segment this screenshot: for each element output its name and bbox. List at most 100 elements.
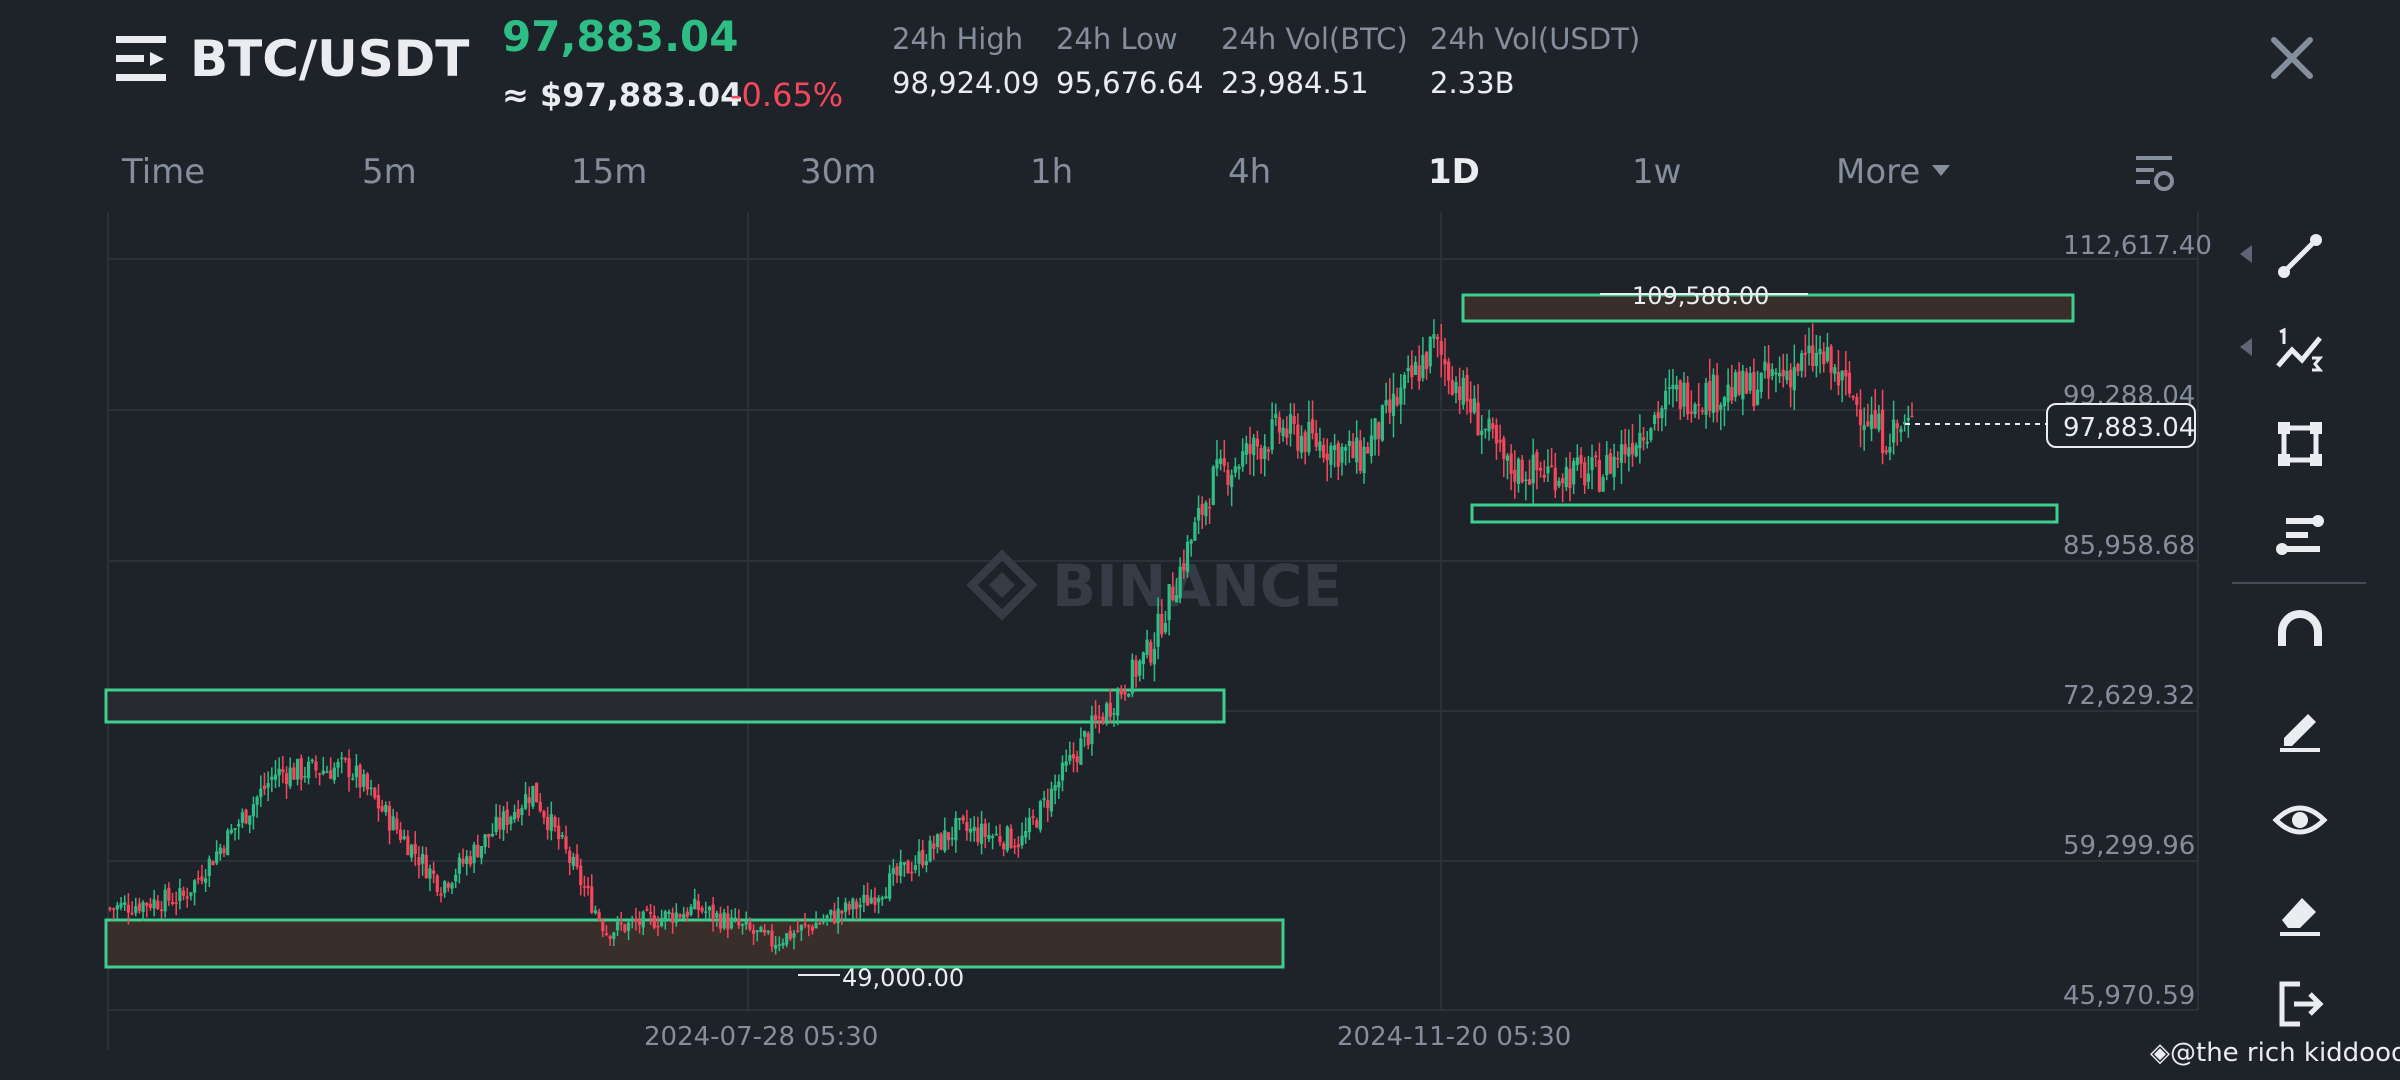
candle-body <box>1152 648 1157 665</box>
candle-body <box>1079 738 1083 765</box>
rectangle-icon[interactable] <box>2272 416 2328 472</box>
candle-body <box>1612 456 1616 478</box>
candle-body <box>1068 755 1072 761</box>
candle-body <box>424 854 428 878</box>
candle-body <box>119 903 123 908</box>
candles <box>108 319 1914 955</box>
candle-body <box>1355 437 1359 463</box>
candle-body <box>553 817 557 828</box>
candle-body <box>1910 415 1914 418</box>
candle-body <box>1884 450 1888 453</box>
candle-body <box>1616 458 1620 460</box>
candle-body <box>523 794 528 809</box>
candle-body <box>1226 469 1230 485</box>
candle-body <box>351 778 355 780</box>
candle-body <box>671 912 675 923</box>
multi-line-icon[interactable] <box>2272 322 2328 378</box>
candle-body <box>1869 414 1874 430</box>
candle-body <box>1358 440 1362 471</box>
exit-icon[interactable] <box>2272 976 2328 1032</box>
candle-body <box>1730 386 1734 401</box>
candle-body <box>373 788 377 798</box>
candle-body <box>1362 446 1366 474</box>
candle-body <box>1307 421 1311 453</box>
candle-body <box>1314 433 1318 447</box>
candle-body <box>244 809 248 824</box>
candle-body <box>1759 372 1763 392</box>
candle-body <box>888 873 892 899</box>
candle-body <box>1292 416 1296 425</box>
candle-body <box>1207 507 1212 509</box>
candle-body <box>207 858 211 877</box>
candle-body <box>1906 417 1910 421</box>
candle-body <box>369 787 373 789</box>
candle-body <box>637 919 642 925</box>
caret-left-icon[interactable] <box>2240 245 2252 263</box>
candle-body <box>413 843 417 855</box>
candle-body <box>1189 540 1193 544</box>
candle-body <box>178 888 182 902</box>
caret-left-icon[interactable] <box>2240 338 2252 356</box>
candle-body <box>660 917 664 927</box>
candle-body <box>785 933 789 945</box>
fibonacci-icon[interactable] <box>2272 508 2328 564</box>
candle-body <box>751 929 756 934</box>
candle-body <box>1502 438 1506 459</box>
candle-body <box>1450 380 1454 395</box>
candle-body <box>939 833 943 850</box>
candle-body <box>1347 440 1351 447</box>
candle-body <box>821 920 826 923</box>
candle-body <box>1130 659 1134 694</box>
candle-body <box>1498 439 1502 443</box>
candle-body <box>439 893 443 896</box>
candle-body <box>204 878 208 883</box>
candle-body <box>1664 390 1668 410</box>
support-zone-top[interactable] <box>1470 503 2059 524</box>
candle-body <box>946 832 951 841</box>
candle-body <box>516 809 520 818</box>
eraser-icon[interactable] <box>2272 884 2328 940</box>
candle-body <box>1384 400 1388 406</box>
support-zone-bottom[interactable] <box>104 918 1285 969</box>
candle-body <box>865 894 870 906</box>
candle-body <box>174 902 178 904</box>
candle-body <box>1524 479 1528 482</box>
candle-body <box>476 844 480 857</box>
candle-body <box>1373 418 1377 440</box>
pencil-icon[interactable] <box>2272 700 2328 756</box>
binance-watermark: BINANCE <box>966 549 1342 621</box>
candle-body <box>895 866 899 876</box>
candle-body <box>1458 386 1462 401</box>
magnet-icon[interactable] <box>2272 606 2328 662</box>
candle-body <box>1803 352 1807 355</box>
candle-body <box>976 827 980 843</box>
candle-body <box>1005 826 1009 851</box>
candle-body <box>1204 502 1208 517</box>
eye-icon[interactable] <box>2272 792 2328 848</box>
candle-body <box>237 823 241 827</box>
candle-body <box>1296 424 1300 451</box>
candle-body <box>1410 365 1414 378</box>
candle-body <box>564 836 568 850</box>
candle-body <box>1630 442 1635 455</box>
candle-body <box>693 898 697 909</box>
candle-body <box>1800 353 1804 371</box>
candle-body <box>134 906 138 913</box>
candle-body <box>1561 478 1565 484</box>
candle-body <box>932 843 936 849</box>
candle-body <box>1652 415 1657 424</box>
candle-body <box>1141 652 1145 665</box>
candle-body <box>1049 788 1054 812</box>
candlestick-chart[interactable]: BINANCE 109,588.00 49,000.00 112,617.40 … <box>0 0 2400 1080</box>
candle-body <box>487 833 491 838</box>
candle-body <box>1575 457 1579 466</box>
resistance-zone-bottom[interactable] <box>104 688 1226 724</box>
candle-body <box>1086 732 1090 745</box>
candle-body <box>924 861 929 865</box>
candle-body <box>398 829 403 840</box>
candle-body <box>1822 351 1826 365</box>
candle-body <box>512 812 517 820</box>
candle-body <box>601 921 605 932</box>
trend-line-icon[interactable] <box>2272 228 2328 284</box>
candle-body <box>288 767 292 787</box>
